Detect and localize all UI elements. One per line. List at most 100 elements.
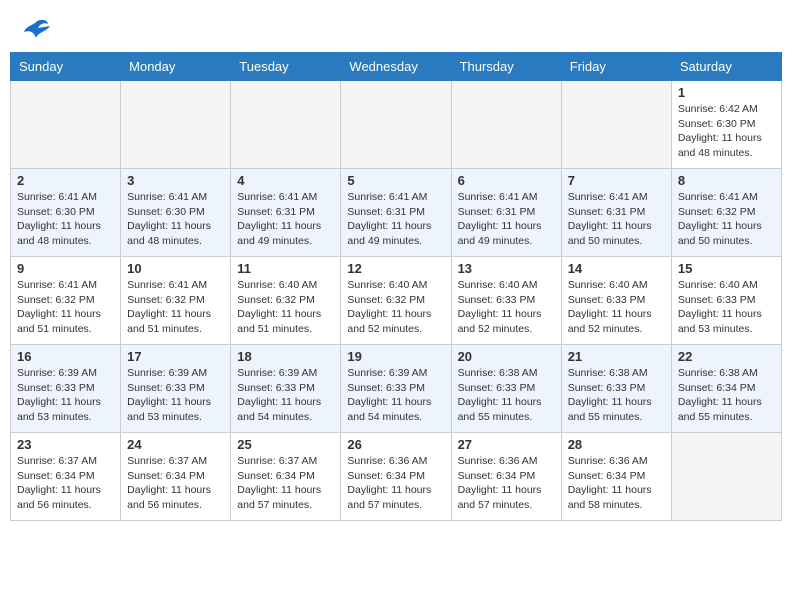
calendar-table: SundayMondayTuesdayWednesdayThursdayFrid… bbox=[10, 52, 782, 521]
day-number: 13 bbox=[458, 261, 555, 276]
day-info: Sunrise: 6:37 AMSunset: 6:34 PMDaylight:… bbox=[17, 454, 114, 513]
day-info: Sunrise: 6:41 AMSunset: 6:30 PMDaylight:… bbox=[17, 190, 114, 249]
day-number: 14 bbox=[568, 261, 665, 276]
day-number: 10 bbox=[127, 261, 224, 276]
day-cell: 25Sunrise: 6:37 AMSunset: 6:34 PMDayligh… bbox=[231, 433, 341, 521]
week-row-2: 2 Sunrise: 6:41 AMSunset: 6:30 PMDaylight… bbox=[11, 169, 782, 257]
day-info: Sunrise: 6:38 AMSunset: 6:34 PMDaylight:… bbox=[678, 366, 775, 425]
day-info: Sunrise: 6:38 AMSunset: 6:33 PMDaylight:… bbox=[568, 366, 665, 425]
day-cell: 10 Sunrise: 6:41 AMSunset: 6:32 PMDayligh… bbox=[121, 257, 231, 345]
day-number: 4 bbox=[237, 173, 334, 188]
header bbox=[0, 0, 792, 52]
day-cell bbox=[561, 81, 671, 169]
day-number: 11 bbox=[237, 261, 334, 276]
logo bbox=[20, 16, 50, 44]
day-number: 28 bbox=[568, 437, 665, 452]
day-cell: 15 Sunrise: 6:40 AMSunset: 6:33 PMDayligh… bbox=[671, 257, 781, 345]
day-number: 7 bbox=[568, 173, 665, 188]
day-info: Sunrise: 6:41 AMSunset: 6:32 PMDaylight:… bbox=[127, 278, 224, 337]
day-info: Sunrise: 6:40 AMSunset: 6:32 PMDaylight:… bbox=[237, 278, 334, 337]
week-row-3: 9 Sunrise: 6:41 AMSunset: 6:32 PMDaylight… bbox=[11, 257, 782, 345]
day-cell: 8 Sunrise: 6:41 AMSunset: 6:32 PMDaylight… bbox=[671, 169, 781, 257]
day-info: Sunrise: 6:36 AMSunset: 6:34 PMDaylight:… bbox=[347, 454, 444, 513]
day-number: 26 bbox=[347, 437, 444, 452]
day-info: Sunrise: 6:38 AMSunset: 6:33 PMDaylight:… bbox=[458, 366, 555, 425]
day-number: 27 bbox=[458, 437, 555, 452]
day-info: Sunrise: 6:42 AMSunset: 6:30 PMDaylight:… bbox=[678, 102, 775, 161]
day-info: Sunrise: 6:36 AMSunset: 6:34 PMDaylight:… bbox=[568, 454, 665, 513]
day-number: 12 bbox=[347, 261, 444, 276]
day-cell: 28 Sunrise: 6:36 AMSunset: 6:34 PMDayligh… bbox=[561, 433, 671, 521]
day-number: 9 bbox=[17, 261, 114, 276]
day-cell: 3 Sunrise: 6:41 AMSunset: 6:30 PMDaylight… bbox=[121, 169, 231, 257]
day-info: Sunrise: 6:39 AMSunset: 6:33 PMDaylight:… bbox=[17, 366, 114, 425]
day-info: Sunrise: 6:39 AMSunset: 6:33 PMDaylight:… bbox=[127, 366, 224, 425]
day-cell: 20Sunrise: 6:38 AMSunset: 6:33 PMDayligh… bbox=[451, 345, 561, 433]
logo-bird-icon bbox=[22, 16, 50, 44]
day-number: 17 bbox=[127, 349, 224, 364]
day-info: Sunrise: 6:39 AMSunset: 6:33 PMDaylight:… bbox=[237, 366, 334, 425]
week-row-4: 16 Sunrise: 6:39 AMSunset: 6:33 PMDayligh… bbox=[11, 345, 782, 433]
day-cell: 17 Sunrise: 6:39 AMSunset: 6:33 PMDayligh… bbox=[121, 345, 231, 433]
day-cell: 4 Sunrise: 6:41 AMSunset: 6:31 PMDaylight… bbox=[231, 169, 341, 257]
day-cell bbox=[451, 81, 561, 169]
day-cell: 9 Sunrise: 6:41 AMSunset: 6:32 PMDaylight… bbox=[11, 257, 121, 345]
day-info: Sunrise: 6:41 AMSunset: 6:32 PMDaylight:… bbox=[678, 190, 775, 249]
day-number: 5 bbox=[347, 173, 444, 188]
logo-text bbox=[20, 16, 50, 44]
day-info: Sunrise: 6:41 AMSunset: 6:31 PMDaylight:… bbox=[237, 190, 334, 249]
day-number: 16 bbox=[17, 349, 114, 364]
day-number: 1 bbox=[678, 85, 775, 100]
day-cell: 7 Sunrise: 6:41 AMSunset: 6:31 PMDaylight… bbox=[561, 169, 671, 257]
day-number: 3 bbox=[127, 173, 224, 188]
day-info: Sunrise: 6:41 AMSunset: 6:31 PMDaylight:… bbox=[568, 190, 665, 249]
weekday-header-row: SundayMondayTuesdayWednesdayThursdayFrid… bbox=[11, 53, 782, 81]
day-number: 15 bbox=[678, 261, 775, 276]
day-info: Sunrise: 6:40 AMSunset: 6:33 PMDaylight:… bbox=[678, 278, 775, 337]
day-cell: 18 Sunrise: 6:39 AMSunset: 6:33 PMDayligh… bbox=[231, 345, 341, 433]
day-cell bbox=[341, 81, 451, 169]
day-info: Sunrise: 6:41 AMSunset: 6:31 PMDaylight:… bbox=[458, 190, 555, 249]
day-cell: 1 Sunrise: 6:42 AMSunset: 6:30 PMDaylight… bbox=[671, 81, 781, 169]
day-info: Sunrise: 6:40 AMSunset: 6:33 PMDaylight:… bbox=[568, 278, 665, 337]
day-info: Sunrise: 6:40 AMSunset: 6:33 PMDaylight:… bbox=[458, 278, 555, 337]
day-cell: 12 Sunrise: 6:40 AMSunset: 6:32 PMDayligh… bbox=[341, 257, 451, 345]
day-info: Sunrise: 6:39 AMSunset: 6:33 PMDaylight:… bbox=[347, 366, 444, 425]
day-cell: 5Sunrise: 6:41 AMSunset: 6:31 PMDaylight… bbox=[341, 169, 451, 257]
page: SundayMondayTuesdayWednesdayThursdayFrid… bbox=[0, 0, 792, 531]
day-info: Sunrise: 6:37 AMSunset: 6:34 PMDaylight:… bbox=[237, 454, 334, 513]
day-cell: 6 Sunrise: 6:41 AMSunset: 6:31 PMDaylight… bbox=[451, 169, 561, 257]
day-cell: 13 Sunrise: 6:40 AMSunset: 6:33 PMDayligh… bbox=[451, 257, 561, 345]
weekday-tuesday: Tuesday bbox=[231, 53, 341, 81]
day-cell: 2 Sunrise: 6:41 AMSunset: 6:30 PMDaylight… bbox=[11, 169, 121, 257]
day-cell: 19 Sunrise: 6:39 AMSunset: 6:33 PMDayligh… bbox=[341, 345, 451, 433]
day-number: 6 bbox=[458, 173, 555, 188]
day-number: 2 bbox=[17, 173, 114, 188]
weekday-wednesday: Wednesday bbox=[341, 53, 451, 81]
day-cell: 27Sunrise: 6:36 AMSunset: 6:34 PMDayligh… bbox=[451, 433, 561, 521]
weekday-thursday: Thursday bbox=[451, 53, 561, 81]
day-number: 23 bbox=[17, 437, 114, 452]
calendar-wrapper: SundayMondayTuesdayWednesdayThursdayFrid… bbox=[0, 52, 792, 531]
day-number: 19 bbox=[347, 349, 444, 364]
day-info: Sunrise: 6:40 AMSunset: 6:32 PMDaylight:… bbox=[347, 278, 444, 337]
day-cell: 26 Sunrise: 6:36 AMSunset: 6:34 PMDayligh… bbox=[341, 433, 451, 521]
day-cell bbox=[11, 81, 121, 169]
day-cell: 11 Sunrise: 6:40 AMSunset: 6:32 PMDayligh… bbox=[231, 257, 341, 345]
weekday-monday: Monday bbox=[121, 53, 231, 81]
day-number: 24 bbox=[127, 437, 224, 452]
day-cell: 21Sunrise: 6:38 AMSunset: 6:33 PMDayligh… bbox=[561, 345, 671, 433]
day-cell: 22 Sunrise: 6:38 AMSunset: 6:34 PMDayligh… bbox=[671, 345, 781, 433]
day-number: 18 bbox=[237, 349, 334, 364]
weekday-friday: Friday bbox=[561, 53, 671, 81]
day-cell: 24 Sunrise: 6:37 AMSunset: 6:34 PMDayligh… bbox=[121, 433, 231, 521]
day-cell bbox=[231, 81, 341, 169]
day-info: Sunrise: 6:41 AMSunset: 6:32 PMDaylight:… bbox=[17, 278, 114, 337]
day-info: Sunrise: 6:37 AMSunset: 6:34 PMDaylight:… bbox=[127, 454, 224, 513]
day-number: 22 bbox=[678, 349, 775, 364]
week-row-5: 23 Sunrise: 6:37 AMSunset: 6:34 PMDayligh… bbox=[11, 433, 782, 521]
day-cell: 23 Sunrise: 6:37 AMSunset: 6:34 PMDayligh… bbox=[11, 433, 121, 521]
day-number: 8 bbox=[678, 173, 775, 188]
day-info: Sunrise: 6:41 AMSunset: 6:30 PMDaylight:… bbox=[127, 190, 224, 249]
day-cell: 14 Sunrise: 6:40 AMSunset: 6:33 PMDayligh… bbox=[561, 257, 671, 345]
